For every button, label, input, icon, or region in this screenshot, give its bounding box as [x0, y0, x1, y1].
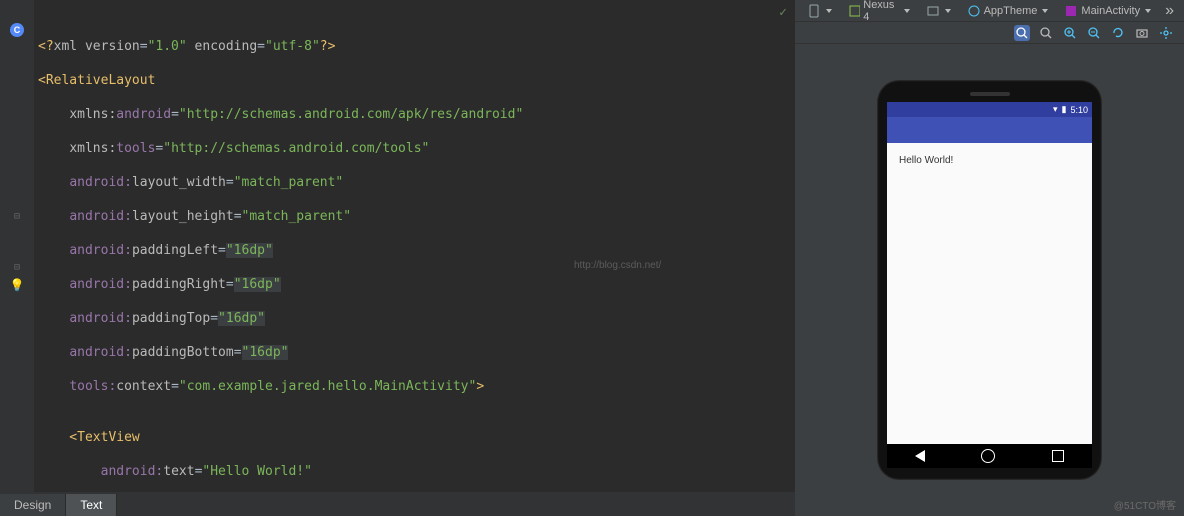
orientation-button[interactable]: [920, 2, 957, 20]
status-bar: ▾ ▮ 5:10: [887, 102, 1092, 117]
app-bar: [887, 117, 1092, 143]
phone-icon: [807, 4, 821, 18]
zoom-actual-icon[interactable]: [1038, 25, 1054, 41]
device-selector[interactable]: Nexus 4: [842, 0, 916, 25]
app-content: Hello World!: [887, 143, 1092, 444]
preview-canvas: ▾ ▮ 5:10 Hello World! @51CTO博客: [795, 44, 1184, 516]
activity-selector[interactable]: MainActivity: [1058, 2, 1157, 20]
editor-pane: C ⊟ ⊟ 💡 ✓ <?xml version="1.0" encoding="…: [0, 0, 795, 516]
zoom-in-icon[interactable]: [1062, 25, 1078, 41]
screenshot-icon[interactable]: [1134, 25, 1150, 41]
activity-icon: [1064, 4, 1078, 18]
fold-icon[interactable]: ⊟: [14, 211, 20, 222]
render-mode-button[interactable]: [801, 2, 838, 20]
lightbulb-icon[interactable]: 💡: [10, 278, 25, 292]
code-area[interactable]: C ⊟ ⊟ 💡 ✓ <?xml version="1.0" encoding="…: [0, 0, 795, 492]
device-screen[interactable]: ▾ ▮ 5:10 Hello World!: [887, 102, 1092, 468]
theme-selector[interactable]: AppTheme: [961, 2, 1055, 20]
tab-design[interactable]: Design: [0, 494, 66, 516]
battery-icon: ▮: [1062, 104, 1067, 115]
fold-end-icon[interactable]: ⊟: [14, 262, 20, 273]
nav-recents-icon[interactable]: [1052, 450, 1064, 462]
footer-watermark: @51CTO博客: [1114, 497, 1176, 512]
theme-icon: [967, 4, 981, 18]
gear-icon[interactable]: [1158, 25, 1174, 41]
preview-pane: Nexus 4 AppTheme MainActivity »: [795, 0, 1184, 516]
status-time: 5:10: [1070, 105, 1088, 115]
editor-tabs: Design Text: [0, 492, 795, 516]
zoom-out-icon[interactable]: [1086, 25, 1102, 41]
tab-text[interactable]: Text: [66, 494, 117, 516]
preview-toolbar-top: Nexus 4 AppTheme MainActivity »: [795, 0, 1184, 22]
device-icon: [848, 4, 860, 18]
orientation-icon: [926, 4, 940, 18]
zoom-fit-icon[interactable]: [1014, 25, 1030, 41]
nav-home-icon[interactable]: [981, 449, 995, 463]
preview-toolbar-zoom: [795, 22, 1184, 44]
code-text[interactable]: ✓ <?xml version="1.0" encoding="utf-8"?>…: [34, 0, 795, 492]
watermark: http://blog.csdn.net/: [574, 260, 661, 271]
nav-back-icon[interactable]: [915, 450, 925, 462]
theme-label: AppTheme: [984, 5, 1038, 17]
activity-label: MainActivity: [1081, 5, 1140, 17]
gutter: C ⊟ ⊟ 💡: [0, 0, 34, 492]
refresh-icon[interactable]: [1110, 25, 1126, 41]
device-frame: ▾ ▮ 5:10 Hello World!: [877, 80, 1102, 480]
wifi-icon: ▾: [1053, 104, 1058, 115]
hello-text: Hello World!: [899, 155, 953, 166]
nav-bar: [887, 444, 1092, 468]
check-icon: ✓: [779, 4, 787, 21]
earpiece: [970, 92, 1010, 96]
class-icon: C: [10, 23, 24, 37]
overflow-chevron-icon[interactable]: »: [1161, 2, 1178, 20]
device-label: Nexus 4: [863, 0, 898, 23]
